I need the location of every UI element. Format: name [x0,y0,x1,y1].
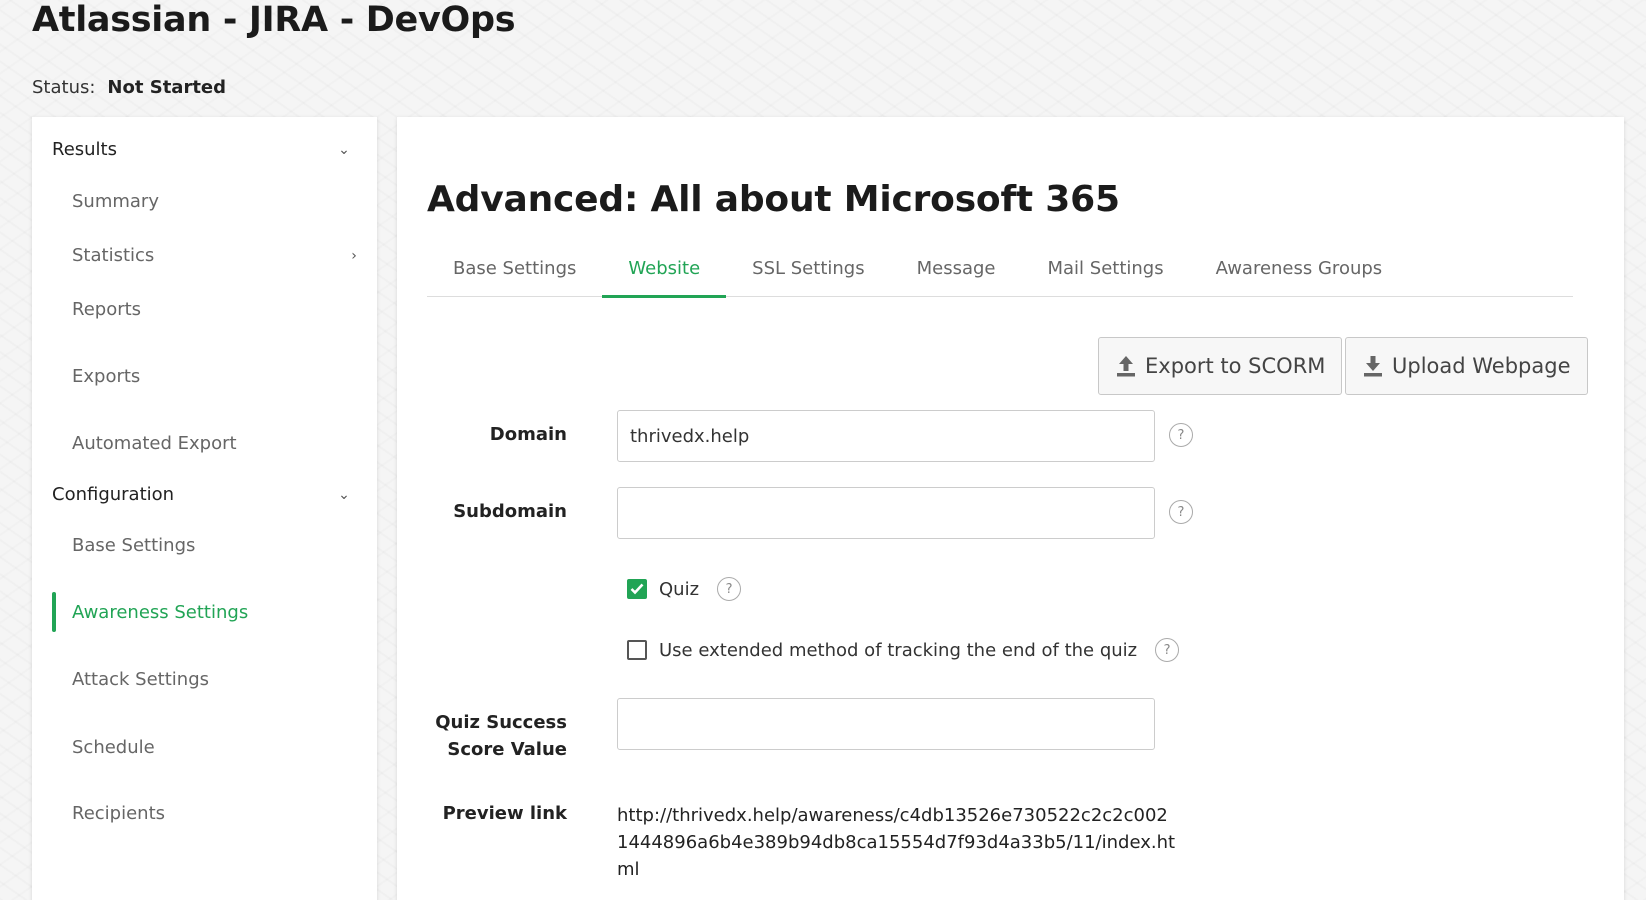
sidebar-item-attack-settings[interactable]: Attack Settings [72,669,362,690]
tab-bar: Base Settings Website SSL Settings Messa… [427,247,1573,298]
sidebar-item-base-settings[interactable]: Base Settings [72,535,362,556]
subdomain-input[interactable] [617,487,1155,539]
chevron-down-icon: ⌄ [338,486,350,503]
sidebar-item-statistics[interactable]: Statistics › [72,245,362,266]
sidebar-item-label: Recipients [72,803,166,824]
quiz-score-label: Quiz Success Score Value [435,712,567,760]
tab-mail-settings[interactable]: Mail Settings [1021,247,1189,297]
campaign-title: Advanced: All about Microsoft 365 [427,179,1120,220]
quiz-row: Quiz ? [627,577,742,601]
sidebar-item-label: Summary [72,191,159,212]
sidebar-item-label: Statistics [72,245,155,266]
chevron-down-icon: ⌄ [338,141,350,158]
sidebar-item-reports[interactable]: Reports [72,299,362,320]
checkmark-icon [630,583,644,595]
sidebar-item-schedule[interactable]: Schedule [72,737,362,758]
sidebar-section-configuration[interactable]: Configuration ⌄ [52,484,352,505]
extended-tracking-checkbox[interactable] [627,640,647,660]
sidebar-item-exports[interactable]: Exports [72,366,362,387]
tab-ssl-settings[interactable]: SSL Settings [726,247,890,297]
extended-tracking-label: Use extended method of tracking the end … [659,639,1138,661]
sidebar-item-label: Exports [72,366,141,387]
help-icon[interactable]: ? [1169,423,1193,447]
active-indicator [52,592,56,632]
tab-base-settings[interactable]: Base Settings [427,247,602,297]
subdomain-label: Subdomain [453,501,567,522]
status-label: Status: [32,77,96,98]
quiz-label: Quiz [659,578,700,600]
chevron-right-icon: › [351,247,357,264]
sidebar-item-label: Awareness Settings [72,602,249,623]
export-scorm-label: Export to SCORM [1145,354,1326,378]
help-icon[interactable]: ? [1155,638,1180,662]
sidebar-item-recipients[interactable]: Recipients [72,803,362,824]
upload-icon [1117,356,1135,377]
tab-website[interactable]: Website [602,247,726,298]
page-title: Atlassian - JIRA - DevOps [32,0,516,40]
preview-link-label: Preview link [442,803,567,824]
sidebar-item-label: Schedule [72,737,155,758]
sidebar-item-automated-export[interactable]: Automated Export [72,433,362,454]
export-scorm-button[interactable]: Export to SCORM [1098,337,1343,395]
tab-message[interactable]: Message [891,247,1022,297]
sidebar-section-results[interactable]: Results ⌄ [52,139,352,160]
sidebar-item-label: Attack Settings [72,669,210,690]
domain-input[interactable] [617,410,1155,462]
quiz-score-input[interactable] [617,698,1155,750]
sidebar-section-label: Results [52,139,117,160]
sidebar-item-awareness-settings[interactable]: Awareness Settings [72,602,362,623]
preview-link[interactable]: http://thrivedx.help/awareness/c4db13526… [617,802,1177,883]
upload-webpage-button[interactable]: Upload Webpage [1345,337,1588,395]
main-panel: Advanced: All about Microsoft 365 Base S… [397,117,1624,900]
help-icon[interactable]: ? [1169,500,1193,524]
sidebar-item-label: Base Settings [72,535,196,556]
sidebar: Results ⌄ Summary Statistics › Reports E… [32,117,377,900]
sidebar-item-summary[interactable]: Summary [72,191,362,212]
extended-tracking-row: Use extended method of tracking the end … [627,638,1180,662]
help-icon[interactable]: ? [717,577,742,601]
domain-label: Domain [489,424,567,445]
upload-webpage-label: Upload Webpage [1392,354,1571,378]
sidebar-section-label: Configuration [52,484,175,505]
sidebar-item-label: Automated Export [72,433,237,454]
status-value: Not Started [107,77,227,98]
sidebar-item-label: Reports [72,299,142,320]
status-row: Status: Not Started [32,77,226,98]
download-icon [1364,356,1382,377]
quiz-checkbox[interactable] [627,579,647,599]
tab-awareness-groups[interactable]: Awareness Groups [1190,247,1409,297]
